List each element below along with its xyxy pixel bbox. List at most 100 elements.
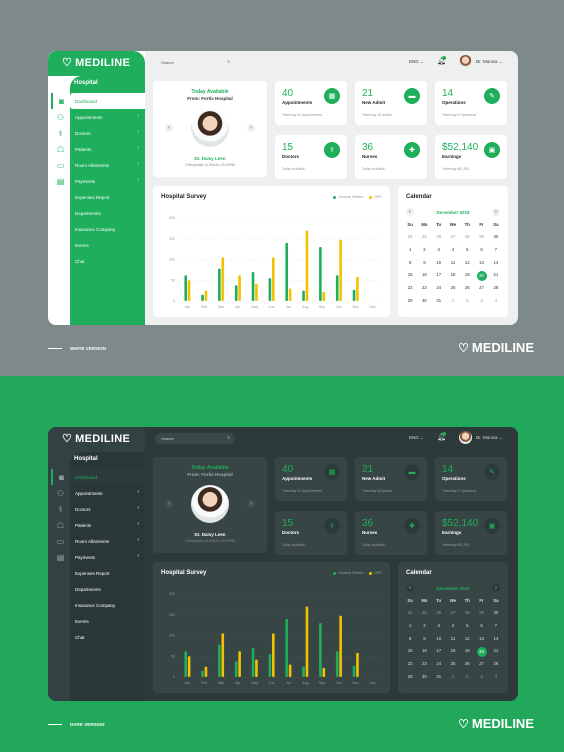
bar-opd-may[interactable] [255, 659, 258, 677]
calendar-day[interactable]: 16 [417, 271, 431, 279]
calendar-day[interactable]: 29 [403, 672, 417, 680]
calendar-day[interactable]: 22 [403, 283, 417, 291]
calendar-day[interactable]: 27 [474, 283, 488, 291]
chevron-right-icon[interactable]: › [247, 124, 255, 132]
sidebar-item-departments[interactable]: Departments [70, 205, 145, 221]
bar-general-patient-feb[interactable] [201, 294, 204, 301]
calendar-day[interactable]: 25 [446, 283, 460, 291]
calendar-day[interactable]: 30 [489, 233, 503, 241]
people-icon[interactable]: ⚇ [51, 109, 70, 125]
app-logo[interactable]: ♡ MEDILINE [62, 432, 130, 446]
monitor-icon[interactable]: ▭ [51, 533, 70, 549]
calendar-day[interactable]: 23 [417, 659, 431, 667]
calendar-day[interactable]: 19 [460, 271, 474, 279]
sidebar-item-room-allotments[interactable]: Room Allotments › [70, 157, 145, 173]
bar-opd-jun[interactable] [271, 633, 275, 677]
chevron-right-icon[interactable]: › [247, 500, 255, 508]
bar-opd-aug[interactable] [305, 230, 309, 301]
calendar-day[interactable]: 24 [432, 659, 446, 667]
calendar-day[interactable]: 18 [446, 647, 460, 655]
bar-general-patient-may[interactable] [251, 271, 255, 301]
calendar-day[interactable]: 4 [489, 296, 503, 304]
calendar-day[interactable]: 14 [489, 634, 503, 642]
calendar-day[interactable]: 30 [417, 296, 431, 304]
sidebar-item-payments[interactable]: Payments › [70, 173, 145, 189]
calendar-day[interactable]: 3 [474, 296, 488, 304]
card-icon[interactable]: ▤ [51, 549, 70, 565]
sidebar-item-events[interactable]: Events [70, 613, 145, 629]
calendar-day[interactable]: 28 [489, 283, 503, 291]
calendar-day[interactable]: 27 [446, 609, 460, 617]
chevron-left-icon[interactable]: ‹ [165, 124, 173, 132]
calendar-day[interactable]: 17 [432, 647, 446, 655]
bar-general-patient-mar[interactable] [218, 268, 221, 301]
calendar-day[interactable]: 18 [446, 271, 460, 279]
doctor-icon[interactable]: ⚕ [51, 501, 70, 517]
calendar-day[interactable]: 1 [403, 621, 417, 629]
language-select[interactable]: ENG ⌄ [409, 59, 424, 65]
chevron-left-icon[interactable]: ‹ [165, 500, 173, 508]
calendar-day[interactable]: 4 [446, 245, 460, 253]
bar-opd-jul[interactable] [288, 288, 292, 301]
calendar-day[interactable]: 11 [446, 634, 460, 642]
bar-opd-oct[interactable] [339, 239, 342, 301]
calendar-day[interactable]: 16 [417, 647, 431, 655]
stat-card-doctors[interactable]: 15 Doctors Today Available ⚕ [275, 511, 347, 555]
monitor-icon[interactable]: ▭ [51, 157, 70, 173]
chevron-left-icon[interactable]: ‹ [406, 208, 414, 216]
sidebar-item-expenses-report[interactable]: Expenses Report [70, 565, 145, 581]
stat-card-doctors[interactable]: 15 Doctors Today Available ⚕ [275, 135, 347, 179]
calendar-day[interactable]: 15 [403, 271, 417, 279]
calendar-day[interactable]: 21 [489, 271, 503, 279]
calendar-day[interactable]: 10 [432, 258, 446, 266]
calendar-day[interactable]: 30 [417, 672, 431, 680]
sidebar-item-dashboard[interactable]: Dashboard [70, 469, 145, 485]
calendar-day[interactable]: 15 [403, 647, 417, 655]
avatar[interactable] [459, 431, 472, 444]
sidebar-item-chat[interactable]: Chat [70, 629, 145, 645]
sidebar-item-insurance-company[interactable]: Insurance Company [70, 221, 145, 237]
calendar-day[interactable]: 10 [432, 634, 446, 642]
language-select[interactable]: ENG ⌄ [409, 435, 424, 441]
calendar-day-selected[interactable]: 20 [474, 646, 488, 657]
calendar-day[interactable]: 24 [403, 233, 417, 241]
calendar-day[interactable]: 1 [446, 672, 460, 680]
calendar-day[interactable]: 25 [417, 609, 431, 617]
sidebar-item-events[interactable]: Events [70, 237, 145, 253]
bar-opd-jan[interactable] [187, 280, 191, 301]
bar-general-patient-nov[interactable] [352, 665, 356, 677]
calendar-day[interactable]: 22 [403, 659, 417, 667]
calendar-day[interactable]: 19 [460, 647, 474, 655]
app-logo[interactable]: ♡ MEDILINE [62, 56, 130, 70]
bar-general-patient-aug[interactable] [302, 666, 305, 677]
bar-general-patient-apr[interactable] [234, 661, 238, 677]
bar-opd-jul[interactable] [288, 664, 292, 677]
search-input[interactable]: Search ⌕ [155, 433, 235, 444]
calendar-day[interactable]: 29 [403, 296, 417, 304]
calendar-day[interactable]: 26 [432, 233, 446, 241]
sidebar-item-doctors[interactable]: Doctors › [70, 501, 145, 517]
stat-card-operations[interactable]: 14 Operations Yesterday 9 Operations ✎ [435, 457, 507, 501]
calendar-day[interactable]: 14 [489, 258, 503, 266]
chevron-left-icon[interactable]: ‹ [406, 584, 414, 592]
bar-general-patient-jul[interactable] [285, 242, 289, 301]
calendar-day[interactable]: 4 [489, 672, 503, 680]
calendar-day[interactable]: 21 [489, 647, 503, 655]
bar-general-patient-jan[interactable] [184, 651, 188, 677]
calendar-day[interactable]: 29 [474, 233, 488, 241]
bar-general-patient-sep[interactable] [319, 247, 322, 301]
bar-opd-aug[interactable] [305, 606, 309, 677]
calendar-day[interactable]: 24 [403, 609, 417, 617]
calendar-day[interactable]: 24 [432, 283, 446, 291]
calendar-day[interactable]: 23 [417, 283, 431, 291]
bar-general-patient-jul[interactable] [285, 618, 289, 677]
calendar-day[interactable]: 9 [417, 634, 431, 642]
calendar-day[interactable]: 13 [474, 258, 488, 266]
bar-opd-feb[interactable] [204, 290, 208, 301]
patient-icon[interactable]: ☖ [51, 517, 70, 533]
bar-opd-sep[interactable] [322, 291, 326, 301]
calendar-day[interactable]: 25 [417, 233, 431, 241]
calendar-day[interactable]: 3 [432, 621, 446, 629]
stat-card-appointments[interactable]: 40 Appointments Yesterday 32 Appointments ▦ [275, 81, 347, 125]
bar-opd-nov[interactable] [356, 276, 359, 301]
